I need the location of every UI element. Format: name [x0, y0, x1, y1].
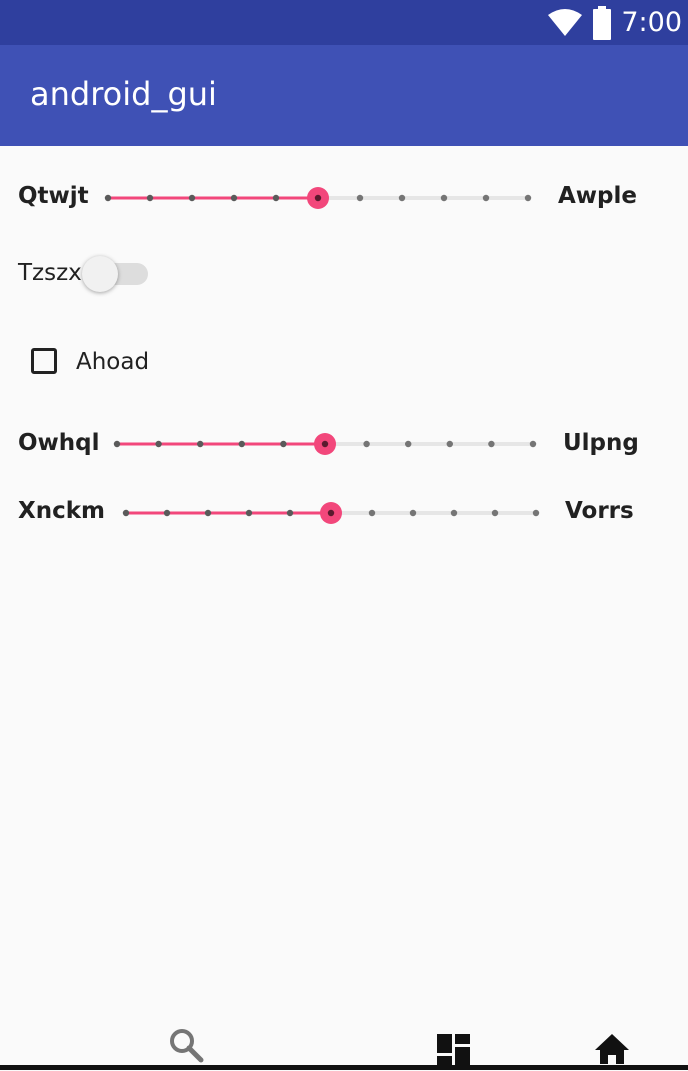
search-icon: [170, 1029, 204, 1063]
slider-owhql[interactable]: [113, 429, 537, 459]
slider-tick: [529, 440, 537, 448]
nav-search-button[interactable]: [167, 1026, 207, 1066]
slider-track-graphic: [113, 433, 537, 455]
slider-tick: [440, 194, 448, 202]
slider-2-right-label: Ulpng: [563, 430, 639, 456]
bottom-navigation: [0, 1020, 688, 1066]
slider-tick: [363, 440, 370, 448]
slider-tick: [122, 509, 130, 517]
slider-tick: [368, 509, 376, 517]
nav-home-button[interactable]: [592, 1026, 632, 1066]
slider-track-graphic: [122, 502, 540, 524]
app-bar: android_gui: [0, 45, 688, 146]
switch-label: Tzszx: [18, 260, 82, 286]
slider-tick: [409, 509, 417, 517]
slider-tick: [272, 194, 280, 202]
slider-tick: [405, 440, 412, 448]
slider-tick: [482, 194, 490, 202]
slider-tick: [450, 509, 458, 517]
battery-icon: [593, 5, 612, 40]
slider-tick: [446, 440, 453, 448]
slider-tick: [286, 509, 294, 517]
slider-qtwjt[interactable]: [104, 183, 532, 213]
bottom-edge: [0, 1065, 688, 1070]
status-time: 7:00: [621, 7, 682, 38]
slider-3-right-label: Vorrs: [565, 498, 634, 524]
slider-tick: [488, 440, 495, 448]
slider-thumb-dot: [314, 194, 322, 202]
slider-3-left-label: Xnckm: [18, 498, 106, 524]
slider-track-graphic: [104, 187, 532, 209]
app-title: android_gui: [30, 75, 217, 113]
slider-tick: [188, 194, 196, 202]
slider-tick: [113, 440, 121, 448]
slider-tick: [280, 440, 287, 448]
slider-1-right-label: Awple: [558, 183, 637, 209]
slider-thumb-dot: [327, 509, 335, 517]
dashboard-icon: [437, 1034, 470, 1066]
home-icon: [595, 1034, 629, 1064]
slider-thumb-dot: [321, 440, 329, 448]
slider-tick: [491, 509, 499, 517]
slider-tick: [238, 440, 245, 448]
slider-xnckm[interactable]: [122, 498, 540, 528]
slider-2-left-label: Owhql: [18, 430, 100, 456]
nav-dashboard-button[interactable]: [434, 1026, 474, 1066]
status-icons: 7:00: [547, 0, 682, 45]
slider-tick: [356, 194, 364, 202]
slider-tick: [245, 509, 253, 517]
slider-tick: [204, 509, 212, 517]
slider-tick: [230, 194, 238, 202]
slider-tick: [163, 509, 171, 517]
status-bar: 7:00: [0, 0, 688, 45]
slider-tick: [146, 194, 154, 202]
slider-tick: [532, 509, 540, 517]
checkbox-label: Ahoad: [76, 349, 150, 375]
wifi-icon: [548, 8, 583, 36]
checkbox-ahoad[interactable]: [31, 348, 57, 374]
slider-tick: [398, 194, 406, 202]
slider-tick: [524, 194, 532, 202]
slider-tick: [104, 194, 112, 202]
slider-tick: [197, 440, 204, 448]
slider-1-left-label: Qtwjt: [18, 183, 89, 209]
slider-tick: [155, 440, 162, 448]
switch-thumb[interactable]: [82, 256, 118, 292]
